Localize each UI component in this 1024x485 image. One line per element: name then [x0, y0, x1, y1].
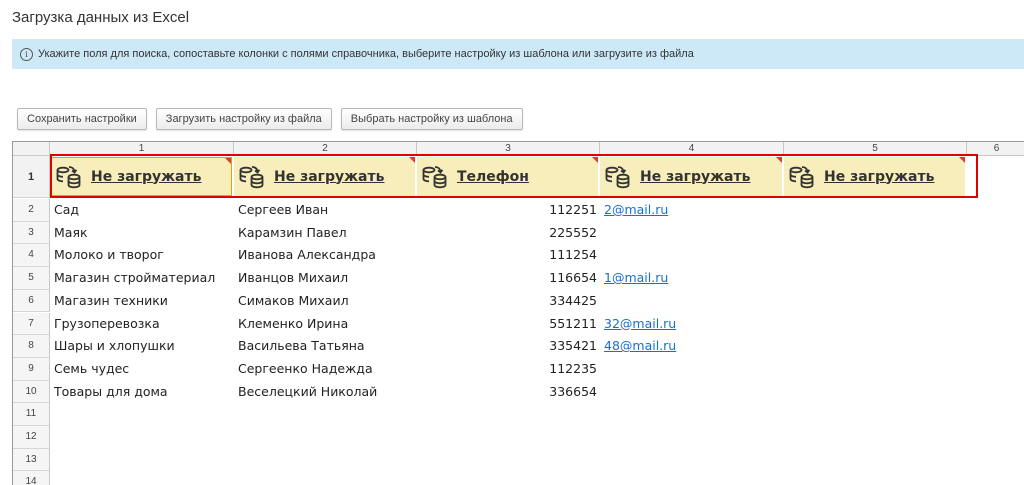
database-sync-icon	[789, 165, 814, 188]
cell-contact[interactable]: Сергеенко Надежда	[238, 358, 373, 380]
row-number: 4	[13, 244, 50, 268]
cell-phone[interactable]: 335421	[417, 335, 597, 357]
spreadsheet-grid[interactable]: 1234561 Не загружать Не загружать Телефо…	[12, 141, 1024, 485]
cell-name[interactable]: Грузоперевозка	[54, 313, 160, 335]
cell-contact[interactable]: Васильева Татьяна	[238, 335, 365, 357]
save-settings-button[interactable]: Сохранить настройки	[17, 108, 147, 130]
info-banner: i Укажите поля для поиска, сопоставьте к…	[12, 39, 1024, 69]
column-mapping-label[interactable]: Не загружать	[274, 169, 384, 185]
cell-name[interactable]: Маяк	[54, 222, 88, 244]
info-text: Укажите поля для поиска, сопоставьте кол…	[38, 48, 694, 60]
cell-email-link[interactable]: 32@mail.ru	[604, 313, 676, 335]
mapping-marker-icon	[776, 157, 782, 163]
cell-name[interactable]: Семь чудес	[54, 358, 129, 380]
row-number: 1	[13, 156, 50, 198]
column-mapping-cell[interactable]: Не загружать	[50, 157, 232, 196]
cell-phone[interactable]: 336654	[417, 381, 597, 403]
column-mapping-label[interactable]: Не загружать	[824, 169, 934, 185]
cell-phone[interactable]: 111254	[417, 244, 597, 266]
row-number: 11	[13, 403, 50, 426]
column-header[interactable]: 5	[784, 142, 967, 155]
cell-phone[interactable]: 225552	[417, 222, 597, 244]
row-number: 7	[13, 312, 50, 336]
column-header[interactable]: 1	[50, 142, 234, 155]
column-mapping-label[interactable]: Телефон	[457, 169, 529, 185]
cell-phone[interactable]: 112235	[417, 358, 597, 380]
cell-phone[interactable]: 112251	[417, 199, 597, 221]
toolbar: Сохранить настройки Загрузить настройку …	[17, 108, 523, 130]
row-number: 12	[13, 426, 50, 449]
row-number: 3	[13, 221, 50, 245]
cell-contact[interactable]: Иванова Александра	[238, 244, 376, 266]
cell-name[interactable]: Магазин стройматериал	[54, 267, 215, 289]
mapping-marker-icon	[959, 157, 965, 163]
mapping-marker-icon	[225, 158, 231, 164]
cell-contact[interactable]: Иванцов Михаил	[238, 267, 348, 289]
database-sync-icon	[56, 164, 82, 190]
cell-contact[interactable]: Клеменко Ирина	[238, 313, 348, 335]
database-sync-icon	[56, 165, 81, 188]
column-mapping-label[interactable]: Не загружать	[91, 169, 201, 185]
column-header[interactable]: 4	[600, 142, 784, 155]
cell-name[interactable]: Магазин техники	[54, 290, 168, 312]
cell-email-link[interactable]: 1@mail.ru	[604, 267, 668, 289]
column-mapping-label[interactable]: Не загружать	[640, 169, 750, 185]
column-header[interactable]: 2	[234, 142, 417, 155]
load-settings-from-file-button[interactable]: Загрузить настройку из файла	[155, 108, 332, 130]
column-header[interactable]: 3	[417, 142, 600, 155]
column-mapping-cell[interactable]: Не загружать	[600, 157, 782, 196]
mapping-marker-icon	[592, 157, 598, 163]
row-number: 2	[13, 199, 50, 222]
column-header[interactable]: 6	[967, 142, 1024, 155]
cell-name[interactable]: Сад	[54, 199, 79, 221]
database-sync-icon	[605, 165, 630, 188]
database-sync-icon	[239, 164, 265, 190]
row-number: 5	[13, 267, 50, 290]
row-number: 14	[13, 471, 50, 485]
page-title: Загрузка данных из Excel	[12, 9, 190, 26]
cell-name[interactable]: Товары для дома	[54, 381, 168, 403]
cell-phone[interactable]: 116654	[417, 267, 597, 289]
cell-email-link[interactable]: 48@mail.ru	[604, 335, 676, 357]
row-number: 8	[13, 335, 50, 358]
row-number: 9	[13, 357, 50, 381]
cell-name[interactable]: Шары и хлопушки	[54, 335, 175, 357]
cell-contact[interactable]: Симаков Михаил	[238, 290, 349, 312]
choose-template-button[interactable]: Выбрать настройку из шаблона	[340, 108, 523, 130]
column-mapping-cell[interactable]: Не загружать	[234, 157, 415, 196]
cell-phone[interactable]: 334425	[417, 290, 597, 312]
row-number: 10	[13, 380, 50, 404]
cell-contact[interactable]: Сергеев Иван	[238, 199, 328, 221]
database-sync-icon	[422, 164, 448, 190]
database-sync-icon	[605, 164, 631, 190]
cell-email-link[interactable]: 2@mail.ru	[604, 199, 668, 221]
cell-contact[interactable]: Карамзин Павел	[238, 222, 347, 244]
mapping-marker-icon	[409, 157, 415, 163]
grid-corner-cell	[13, 142, 50, 155]
database-sync-icon	[239, 165, 264, 188]
row-number: 6	[13, 289, 50, 313]
cell-contact[interactable]: Веселецкий Николай	[238, 381, 377, 403]
database-sync-icon	[789, 164, 815, 190]
column-mapping-cell[interactable]: Телефон	[417, 157, 598, 196]
database-sync-icon	[422, 165, 447, 188]
cell-name[interactable]: Молоко и творог	[54, 244, 164, 266]
column-mapping-cell[interactable]: Не загружать	[784, 157, 965, 196]
cell-phone[interactable]: 551211	[417, 313, 597, 335]
info-icon: i	[20, 47, 33, 61]
row-number: 13	[13, 448, 50, 472]
